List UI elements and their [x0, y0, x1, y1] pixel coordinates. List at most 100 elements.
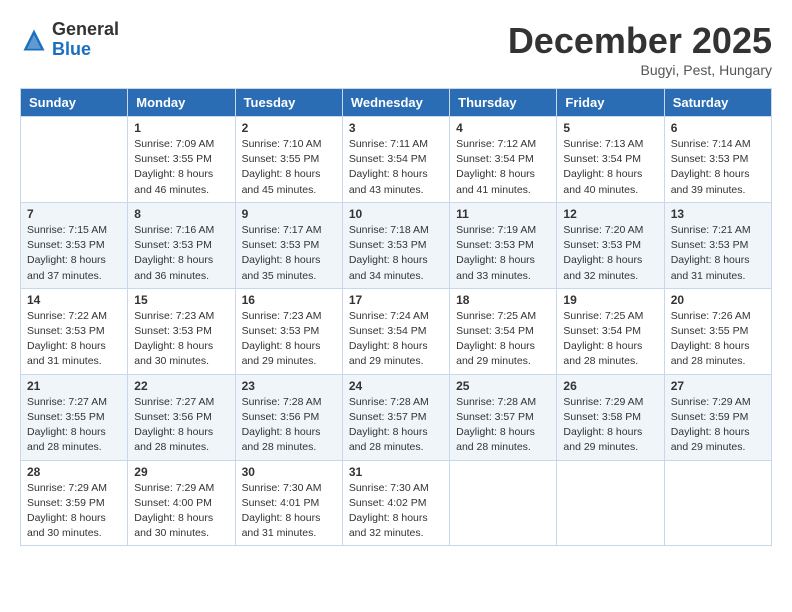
calendar-cell: 5Sunrise: 7:13 AM Sunset: 3:54 PM Daylig… [557, 117, 664, 203]
day-info: Sunrise: 7:29 AM Sunset: 3:59 PM Dayligh… [27, 481, 121, 542]
calendar-cell: 26 Sunrise: 7:29 AM Sunset: 3:58 PM Dayli… [557, 374, 664, 460]
day-number: 19 [563, 293, 657, 307]
calendar-cell: 8 Sunrise: 7:16 AM Sunset: 3:53 PM Daylig… [128, 202, 235, 288]
day-number: 7 [27, 207, 121, 221]
day-number: 28 [27, 465, 121, 479]
calendar-cell: 16Sunrise: 7:23 AM Sunset: 3:53 PM Dayli… [235, 288, 342, 374]
weekday-header-cell: Wednesday [342, 89, 449, 117]
calendar-cell: 21 Sunrise: 7:27 AM Sunset: 3:55 PM Dayli… [21, 374, 128, 460]
logo: General Blue [20, 20, 119, 60]
day-number: 11 [456, 207, 550, 221]
location: Bugyi, Pest, Hungary [508, 62, 772, 78]
day-number: 17 [349, 293, 443, 307]
logo-icon [20, 26, 48, 54]
day-number: 10 [349, 207, 443, 221]
day-info: Sunrise: 7:19 AM Sunset: 3:53 PM Dayligh… [456, 223, 550, 284]
calendar-cell: 4 Sunrise: 7:12 AM Sunset: 3:54 PM Daylig… [450, 117, 557, 203]
weekday-header-cell: Thursday [450, 89, 557, 117]
day-number: 22 [134, 379, 228, 393]
calendar-cell: 18 Sunrise: 7:25 AM Sunset: 3:54 PM Dayli… [450, 288, 557, 374]
day-number: 24 [349, 379, 443, 393]
day-info: Sunrise: 7:23 AM Sunset: 3:53 PM Dayligh… [242, 309, 336, 370]
day-info: Sunrise: 7:24 AM Sunset: 3:54 PM Dayligh… [349, 309, 443, 370]
calendar-cell: 9 Sunrise: 7:17 AM Sunset: 3:53 PM Daylig… [235, 202, 342, 288]
calendar-cell: 15Sunrise: 7:23 AM Sunset: 3:53 PM Dayli… [128, 288, 235, 374]
day-number: 18 [456, 293, 550, 307]
day-info: Sunrise: 7:14 AM Sunset: 3:53 PM Dayligh… [671, 137, 765, 198]
day-info: Sunrise: 7:22 AM Sunset: 3:53 PM Dayligh… [27, 309, 121, 370]
calendar-cell [664, 460, 771, 546]
calendar-cell: 25 Sunrise: 7:28 AM Sunset: 3:57 PM Dayli… [450, 374, 557, 460]
day-number: 21 [27, 379, 121, 393]
weekday-header-cell: Sunday [21, 89, 128, 117]
calendar-cell: 20 Sunrise: 7:26 AM Sunset: 3:55 PM Dayli… [664, 288, 771, 374]
calendar-cell: 1 Sunrise: 7:09 AM Sunset: 3:55 PM Daylig… [128, 117, 235, 203]
calendar-week-row: 7 Sunrise: 7:15 AM Sunset: 3:53 PM Daylig… [21, 202, 772, 288]
day-info: Sunrise: 7:30 AM Sunset: 4:01 PM Dayligh… [242, 481, 336, 542]
calendar-cell [450, 460, 557, 546]
day-info: Sunrise: 7:16 AM Sunset: 3:53 PM Dayligh… [134, 223, 228, 284]
day-number: 27 [671, 379, 765, 393]
day-info: Sunrise: 7:26 AM Sunset: 3:55 PM Dayligh… [671, 309, 765, 370]
day-info: Sunrise: 7:28 AM Sunset: 3:56 PM Dayligh… [242, 395, 336, 456]
day-info: Sunrise: 7:29 AM Sunset: 3:58 PM Dayligh… [563, 395, 657, 456]
calendar-week-row: 1 Sunrise: 7:09 AM Sunset: 3:55 PM Daylig… [21, 117, 772, 203]
day-info: Sunrise: 7:25 AM Sunset: 3:54 PM Dayligh… [563, 309, 657, 370]
day-info: Sunrise: 7:15 AM Sunset: 3:53 PM Dayligh… [27, 223, 121, 284]
day-number: 30 [242, 465, 336, 479]
calendar-cell: 27 Sunrise: 7:29 AM Sunset: 3:59 PM Dayli… [664, 374, 771, 460]
page-header: General Blue December 2025 Bugyi, Pest, … [20, 20, 772, 78]
day-info: Sunrise: 7:18 AM Sunset: 3:53 PM Dayligh… [349, 223, 443, 284]
day-info: Sunrise: 7:09 AM Sunset: 3:55 PM Dayligh… [134, 137, 228, 198]
weekday-header-cell: Tuesday [235, 89, 342, 117]
day-info: Sunrise: 7:17 AM Sunset: 3:53 PM Dayligh… [242, 223, 336, 284]
day-number: 8 [134, 207, 228, 221]
day-info: Sunrise: 7:27 AM Sunset: 3:56 PM Dayligh… [134, 395, 228, 456]
day-info: Sunrise: 7:20 AM Sunset: 3:53 PM Dayligh… [563, 223, 657, 284]
calendar-cell: 30 Sunrise: 7:30 AM Sunset: 4:01 PM Dayli… [235, 460, 342, 546]
day-number: 12 [563, 207, 657, 221]
calendar-cell: 19 Sunrise: 7:25 AM Sunset: 3:54 PM Dayli… [557, 288, 664, 374]
calendar-week-row: 14 Sunrise: 7:22 AM Sunset: 3:53 PM Dayli… [21, 288, 772, 374]
calendar-cell: 10 Sunrise: 7:18 AM Sunset: 3:53 PM Dayli… [342, 202, 449, 288]
day-info: Sunrise: 7:28 AM Sunset: 3:57 PM Dayligh… [349, 395, 443, 456]
calendar-cell: 31Sunrise: 7:30 AM Sunset: 4:02 PM Dayli… [342, 460, 449, 546]
day-number: 23 [242, 379, 336, 393]
day-number: 20 [671, 293, 765, 307]
day-info: Sunrise: 7:25 AM Sunset: 3:54 PM Dayligh… [456, 309, 550, 370]
day-number: 26 [563, 379, 657, 393]
day-number: 14 [27, 293, 121, 307]
day-number: 1 [134, 121, 228, 135]
logo-text: General Blue [52, 20, 119, 60]
day-info: Sunrise: 7:12 AM Sunset: 3:54 PM Dayligh… [456, 137, 550, 198]
day-info: Sunrise: 7:11 AM Sunset: 3:54 PM Dayligh… [349, 137, 443, 198]
calendar-cell: 28 Sunrise: 7:29 AM Sunset: 3:59 PM Dayli… [21, 460, 128, 546]
title-block: December 2025 Bugyi, Pest, Hungary [508, 20, 772, 78]
calendar-cell: 2Sunrise: 7:10 AM Sunset: 3:55 PM Daylig… [235, 117, 342, 203]
day-number: 9 [242, 207, 336, 221]
calendar-cell: 24 Sunrise: 7:28 AM Sunset: 3:57 PM Dayli… [342, 374, 449, 460]
calendar-body: 1 Sunrise: 7:09 AM Sunset: 3:55 PM Daylig… [21, 117, 772, 546]
calendar-cell [557, 460, 664, 546]
day-info: Sunrise: 7:21 AM Sunset: 3:53 PM Dayligh… [671, 223, 765, 284]
weekday-header-cell: Saturday [664, 89, 771, 117]
day-info: Sunrise: 7:27 AM Sunset: 3:55 PM Dayligh… [27, 395, 121, 456]
day-info: Sunrise: 7:28 AM Sunset: 3:57 PM Dayligh… [456, 395, 550, 456]
calendar-cell: 22 Sunrise: 7:27 AM Sunset: 3:56 PM Dayli… [128, 374, 235, 460]
day-number: 29 [134, 465, 228, 479]
calendar-cell: 29Sunrise: 7:29 AM Sunset: 4:00 PM Dayli… [128, 460, 235, 546]
calendar-table: SundayMondayTuesdayWednesdayThursdayFrid… [20, 88, 772, 546]
day-number: 25 [456, 379, 550, 393]
day-number: 4 [456, 121, 550, 135]
calendar-cell: 14 Sunrise: 7:22 AM Sunset: 3:53 PM Dayli… [21, 288, 128, 374]
day-number: 2 [242, 121, 336, 135]
calendar-cell: 13 Sunrise: 7:21 AM Sunset: 3:53 PM Dayli… [664, 202, 771, 288]
day-info: Sunrise: 7:29 AM Sunset: 3:59 PM Dayligh… [671, 395, 765, 456]
calendar-cell: 3Sunrise: 7:11 AM Sunset: 3:54 PM Daylig… [342, 117, 449, 203]
day-info: Sunrise: 7:23 AM Sunset: 3:53 PM Dayligh… [134, 309, 228, 370]
month-title: December 2025 [508, 20, 772, 62]
day-number: 13 [671, 207, 765, 221]
day-number: 31 [349, 465, 443, 479]
weekday-header-cell: Friday [557, 89, 664, 117]
weekday-header-cell: Monday [128, 89, 235, 117]
